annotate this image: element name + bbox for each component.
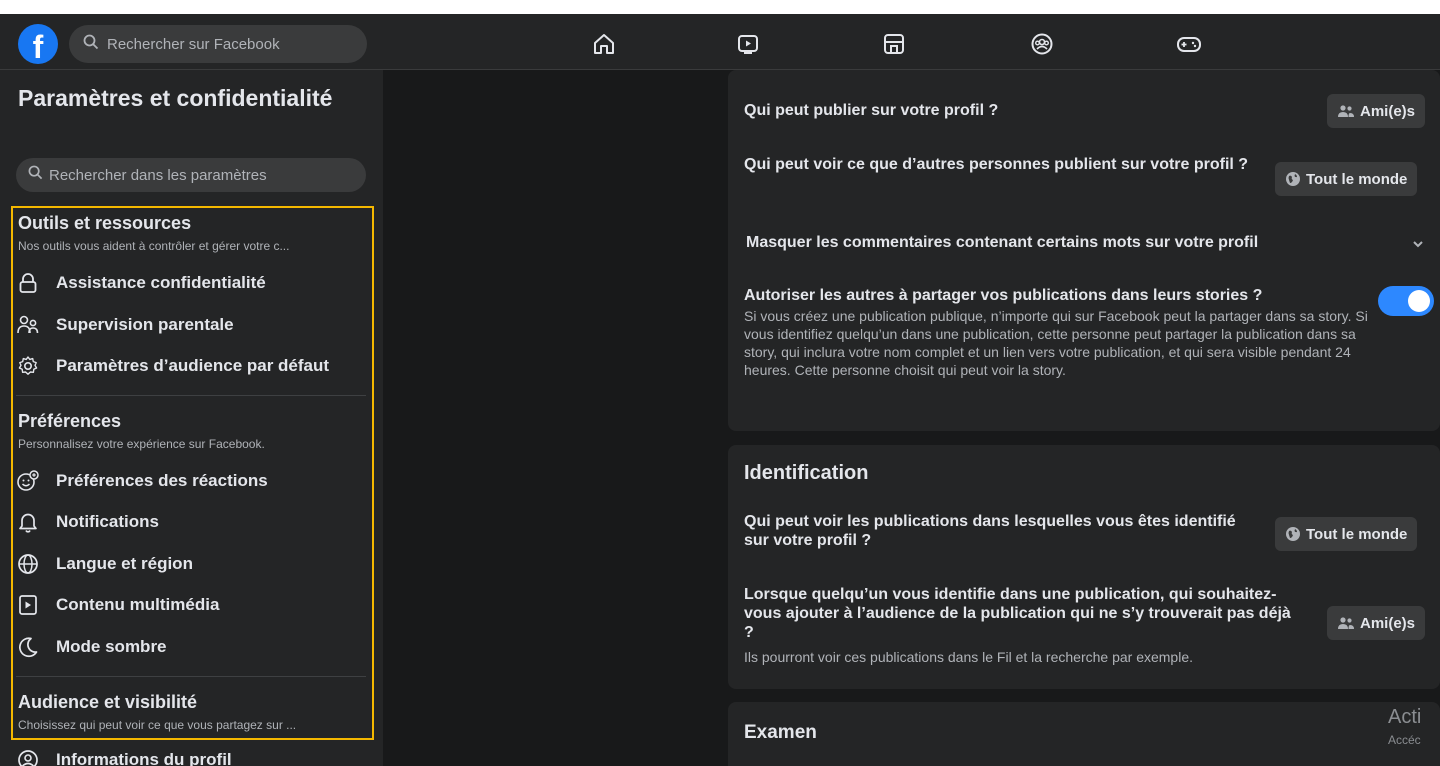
reaction-icon [16, 469, 40, 493]
settings-sidebar: Paramètres et confidentialité Rechercher… [0, 70, 383, 766]
section-divider [16, 395, 366, 396]
who-can-see-others-posts-audience-button[interactable]: Tout le monde [1275, 162, 1418, 196]
tag-audience-expansion-label: Lorsque quelqu’un vous identifie dans un… [744, 586, 1291, 641]
section-subtitle-preferences: Personnalisez votre expérience sur Faceb… [18, 437, 265, 451]
sidebar-item-label: Notifications [56, 512, 159, 531]
who-can-post-audience-button[interactable]: Ami(e)s [1327, 94, 1426, 128]
tag-audience-expansion-value: Ami(e)s [1360, 614, 1416, 632]
sidebar-item-label: Contenu multimédia [56, 595, 220, 614]
top-strip [0, 0, 1440, 14]
sidebar-item-label: Préférences des réactions [56, 471, 268, 490]
sidebar-item-label: Langue et région [56, 554, 193, 573]
lock-icon [16, 271, 40, 295]
who-can-see-tagged-posts-audience-value: Tout le monde [1306, 525, 1408, 543]
sidebar-title: Paramètres et confidentialité [18, 85, 333, 111]
video-icon[interactable] [734, 30, 762, 58]
sidebar-item-label: Assistance confidentialité [56, 273, 266, 292]
facebook-logo-letter: f [32, 29, 44, 65]
search-icon [83, 34, 99, 55]
globe-icon [1285, 526, 1301, 542]
sidebar-item-label: Paramètres d’audience par défaut [56, 356, 330, 375]
who-can-post-audience-value: Ami(e)s [1360, 102, 1416, 120]
review-title: Examen [744, 722, 817, 743]
friends-icon [1337, 104, 1355, 118]
settings-search-placeholder: Rechercher dans les paramètres [49, 166, 267, 184]
sidebar-item-language[interactable]: Langue et région [16, 546, 366, 582]
section-subtitle-audience: Choisissez qui peut voir ce que vous par… [18, 718, 297, 732]
gear-icon [16, 354, 40, 378]
activation-watermark-line2: Accéc [1388, 733, 1421, 747]
friends-icon [1337, 616, 1355, 630]
top-navigation-bar: f Rechercher sur Facebook [0, 14, 1440, 70]
profile-icon [16, 748, 40, 766]
hide-comments-label[interactable]: Masquer les commentaires contenant certa… [746, 233, 1366, 252]
identification-title: Identification [744, 462, 869, 484]
sidebar-item-reactions[interactable]: Préférences des réactions [16, 463, 366, 499]
tag-audience-expansion-description: Ils pourront voir ces publications dans … [744, 649, 1193, 665]
moon-icon [16, 635, 40, 659]
media-icon [16, 593, 40, 617]
family-icon [16, 313, 40, 337]
who-can-post-label: Qui peut publier sur votre profil ? [744, 102, 999, 119]
section-title-audience: Audience et visibilité [18, 692, 198, 712]
sidebar-item-media[interactable]: Contenu multimédia [16, 587, 366, 623]
groups-icon[interactable] [1028, 30, 1056, 58]
activation-watermark-line1: Acti [1388, 706, 1422, 728]
review-panel [728, 702, 1440, 766]
bell-icon [16, 510, 40, 534]
chevron-down-icon[interactable] [1412, 236, 1424, 254]
sidebar-item-label: Mode sombre [56, 637, 167, 656]
sidebar-item-dark-mode[interactable]: Mode sombre [16, 629, 366, 665]
marketplace-icon[interactable] [880, 30, 908, 58]
facebook-search-placeholder: Rechercher sur Facebook [107, 35, 280, 53]
who-can-see-tagged-posts-label: Qui peut voir les publications dans lesq… [744, 513, 1236, 549]
who-can-see-tagged-posts-audience-button[interactable]: Tout le monde [1275, 517, 1418, 551]
toggle-knob [1408, 290, 1430, 312]
gaming-icon[interactable] [1175, 30, 1203, 58]
sidebar-item-notifications[interactable]: Notifications [16, 504, 366, 540]
allow-story-sharing-toggle[interactable] [1378, 286, 1434, 316]
sidebar-item-label: Supervision parentale [56, 315, 234, 334]
search-icon [28, 165, 43, 185]
who-can-see-others-posts-audience-value: Tout le monde [1306, 170, 1408, 188]
globe-icon [1285, 171, 1301, 187]
settings-search-input[interactable]: Rechercher dans les paramètres [16, 158, 366, 192]
section-title-preferences: Préférences [18, 411, 122, 431]
section-divider [16, 676, 366, 677]
allow-story-sharing-description: Si vous créez une publication publique, … [744, 308, 1368, 378]
sidebar-item-parental-supervision[interactable]: Supervision parentale [16, 307, 366, 343]
who-can-see-others-posts-label: Qui peut voir ce que d’autres personnes … [744, 156, 1249, 173]
home-icon[interactable] [590, 30, 618, 58]
allow-story-sharing-label: Autoriser les autres à partager vos publ… [744, 287, 1263, 304]
sidebar-item-default-audience[interactable]: Paramètres d’audience par défaut [16, 348, 366, 384]
sidebar-item-profile-info[interactable]: Informations du profil [16, 742, 366, 766]
globe-icon [16, 552, 40, 576]
facebook-logo[interactable]: f [18, 24, 58, 65]
section-subtitle-tools: Nos outils vous aident à contrôler et gé… [18, 239, 290, 253]
sidebar-item-label: Informations du profil [56, 750, 232, 766]
facebook-search-input[interactable]: Rechercher sur Facebook [69, 25, 367, 63]
tag-audience-expansion-button[interactable]: Ami(e)s [1327, 606, 1426, 640]
section-title-tools: Outils et ressources [18, 213, 192, 233]
sidebar-item-privacy-checkup[interactable]: Assistance confidentialité [16, 265, 366, 301]
